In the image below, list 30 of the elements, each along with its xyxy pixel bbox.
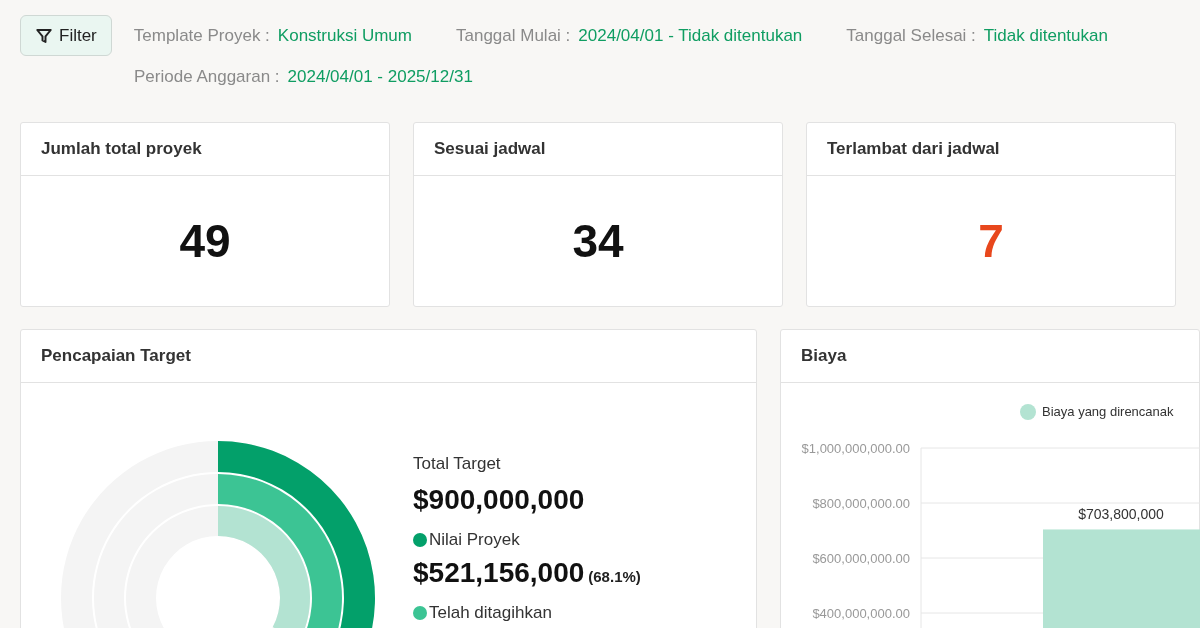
legend-label: Telah ditagihkan [429, 602, 552, 623]
legend-value: $521,156,000 [413, 555, 585, 590]
filter-label: Tanggal Mulai : [456, 24, 571, 47]
legend-percent: (68.1%) [588, 566, 641, 587]
filter-label: Tanggal Selesai : [846, 24, 976, 47]
card-title: Terlambat dari jadwal [827, 138, 1000, 161]
card-title: Pencapaian Target [41, 345, 191, 368]
stat-value: 34 [572, 213, 624, 269]
axis-label: $600,000,000.00 [812, 551, 910, 566]
axis-label: $1,000,000,000.00 [801, 441, 910, 456]
filter-value[interactable]: 2024/04/01 - 2025/12/31 [287, 64, 473, 90]
axis-label: $800,000,000.00 [812, 496, 910, 511]
filter-label: Periode Anggaran : [134, 66, 280, 89]
card-title: Jumlah total proyek [41, 138, 202, 161]
total-label: Total Target [413, 453, 502, 475]
stat-value: 49 [179, 213, 231, 269]
filter-label: Template Proyek : [133, 24, 270, 47]
filter-button[interactable]: Filter [20, 15, 112, 56]
legend-label: Nilai Proyek [429, 529, 520, 550]
filter-value[interactable]: Tidak ditentukan [983, 22, 1108, 49]
total-value: $900,000,000 [413, 482, 586, 517]
card-title: Biaya [801, 345, 847, 368]
axis-label: $400,000,000.00 [812, 606, 910, 621]
filter-value[interactable]: 2024/04/01 - Tidak ditentukan [578, 22, 803, 49]
filter-value[interactable]: Konstruksi Umum [277, 22, 412, 49]
card-title: Sesuai jadwal [434, 138, 546, 161]
legend-label: Biaya yang direncanak [1042, 403, 1174, 422]
filter-icon [35, 26, 53, 45]
stat-value: 7 [978, 213, 1004, 269]
value-label: $703,800,000 [1078, 506, 1164, 523]
